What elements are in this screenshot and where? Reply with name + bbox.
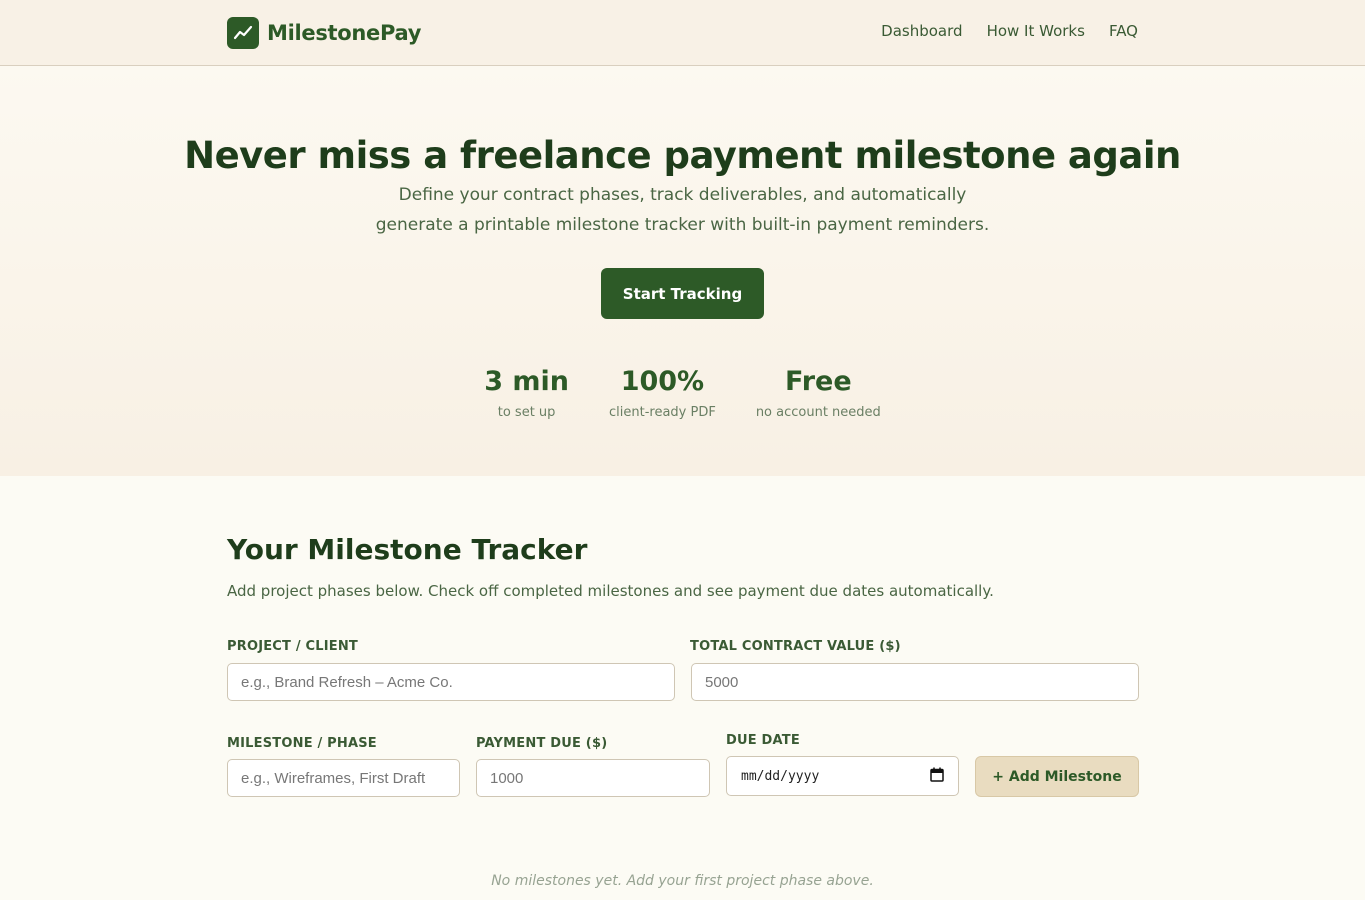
project-client-input[interactable] xyxy=(227,663,675,701)
brand-name: MilestonePay xyxy=(267,21,422,45)
add-milestone-button[interactable]: + Add Milestone xyxy=(975,756,1139,797)
due-date-placeholder: mm/dd/yyyy xyxy=(741,768,820,784)
site-header: MilestonePay Dashboard How It Works FAQ xyxy=(0,0,1365,66)
stat-value: Free xyxy=(784,366,852,397)
stat-label: to set up xyxy=(497,405,556,420)
milestone-phase-label: Milestone / Phase xyxy=(227,736,377,751)
hero-section: Never miss a freelance payment milestone… xyxy=(0,66,1365,476)
due-date-label: Due Date xyxy=(726,733,800,748)
main-nav: Dashboard How It Works FAQ xyxy=(881,22,1138,40)
brand[interactable]: MilestonePay xyxy=(227,17,421,49)
stats-row: 3 min to set up 100% client-ready PDF Fr… xyxy=(0,366,1365,420)
hero-subtitle: Define your contract phases, track deliv… xyxy=(375,185,990,235)
total-contract-value-input[interactable] xyxy=(691,663,1139,701)
payment-due-label: Payment Due ($) xyxy=(476,736,608,751)
total-contract-value-label: Total Contract Value ($) xyxy=(690,639,901,654)
nav-link-faq[interactable]: FAQ xyxy=(1109,22,1138,40)
stat-value: 100% xyxy=(620,366,705,397)
tracker-section: Your Milestone Tracker Add project phase… xyxy=(0,476,1365,899)
empty-state-message: No milestones yet. Add your first projec… xyxy=(491,873,874,889)
stat-value: 3 min xyxy=(484,366,569,397)
start-tracking-button[interactable]: Start Tracking xyxy=(601,268,764,319)
tracker-title: Your Milestone Tracker xyxy=(227,533,588,566)
stat-label: no account needed xyxy=(755,405,881,420)
nav-link-how-it-works[interactable]: How It Works xyxy=(987,22,1085,40)
stat-label: client-ready PDF xyxy=(608,405,716,420)
due-date-input[interactable]: mm/dd/yyyy xyxy=(726,756,959,796)
calendar-icon[interactable] xyxy=(930,767,944,786)
hero-title: Never miss a freelance payment milestone… xyxy=(184,134,1181,177)
stat-free: Free no account needed xyxy=(756,366,881,420)
payment-due-input[interactable] xyxy=(476,759,710,797)
nav-link-dashboard[interactable]: Dashboard xyxy=(881,22,962,40)
milestone-phase-input[interactable] xyxy=(227,759,460,797)
stat-setup-time: 3 min to set up xyxy=(484,366,569,420)
project-client-label: Project / Client xyxy=(227,639,359,654)
tracker-description: Add project phases below. Check off comp… xyxy=(227,582,994,600)
stat-pdf: 100% client-ready PDF xyxy=(609,366,716,420)
trending-up-icon xyxy=(227,17,259,49)
